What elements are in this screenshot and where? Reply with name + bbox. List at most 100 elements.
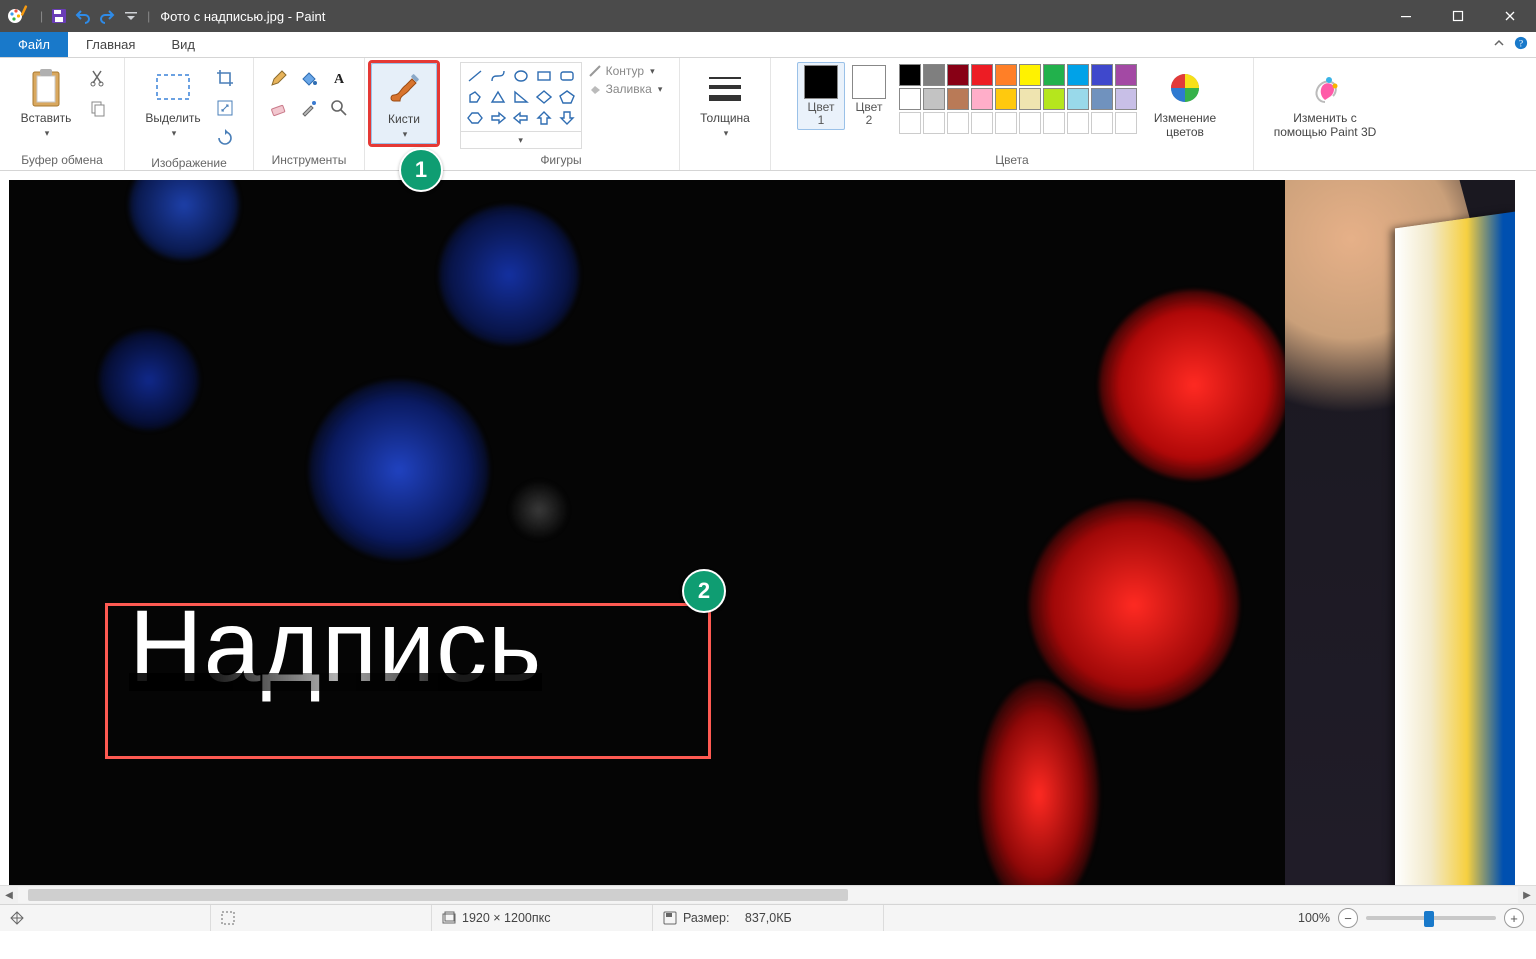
shape-polygon[interactable] bbox=[464, 87, 486, 107]
cut-button[interactable] bbox=[84, 64, 112, 92]
custom-color-slot[interactable] bbox=[995, 112, 1017, 134]
shape-pentagon[interactable] bbox=[556, 87, 578, 107]
scroll-right-button[interactable]: ▶ bbox=[1518, 886, 1536, 904]
zoom-in-button[interactable]: + bbox=[1504, 908, 1524, 928]
shape-arrow-left[interactable] bbox=[510, 108, 532, 128]
color-swatch[interactable] bbox=[923, 88, 945, 110]
svg-text:?: ? bbox=[1519, 39, 1523, 50]
status-selection-size bbox=[211, 905, 432, 931]
color-palette bbox=[899, 62, 1137, 134]
canvas[interactable]: Надпись bbox=[9, 180, 1515, 886]
shape-curve[interactable] bbox=[487, 66, 509, 86]
shape-rounded-rect[interactable] bbox=[556, 66, 578, 86]
status-file-size: Размер: 837,0КБ bbox=[653, 905, 884, 931]
custom-color-slot[interactable] bbox=[947, 112, 969, 134]
shape-arrow-right[interactable] bbox=[487, 108, 509, 128]
shapes-more-button[interactable]: ▾ bbox=[461, 132, 581, 148]
color-swatch[interactable] bbox=[1115, 64, 1137, 86]
shape-fill-button[interactable]: Заливка▾ bbox=[588, 82, 663, 96]
shapes-gallery[interactable] bbox=[460, 62, 582, 132]
brushes-button[interactable]: Кисти▾ bbox=[371, 63, 437, 144]
close-button[interactable] bbox=[1484, 0, 1536, 32]
shape-arrow-up[interactable] bbox=[533, 108, 555, 128]
pencil-tool[interactable] bbox=[265, 64, 293, 92]
color-picker-tool[interactable] bbox=[295, 94, 323, 122]
zoom-out-button[interactable]: − bbox=[1338, 908, 1358, 928]
rotate-button[interactable] bbox=[211, 124, 239, 152]
separator: | bbox=[36, 9, 47, 23]
tab-home[interactable]: Главная bbox=[68, 32, 153, 57]
color-swatch[interactable] bbox=[947, 64, 969, 86]
qat-undo-button[interactable] bbox=[72, 5, 94, 27]
qat-customize-button[interactable] bbox=[120, 5, 142, 27]
custom-color-slot[interactable] bbox=[899, 112, 921, 134]
status-image-dimensions: 1920 × 1200пкс bbox=[432, 905, 653, 931]
shape-line[interactable] bbox=[464, 66, 486, 86]
custom-color-slot[interactable] bbox=[1115, 112, 1137, 134]
color-swatch[interactable] bbox=[971, 64, 993, 86]
magnifier-tool[interactable] bbox=[325, 94, 353, 122]
zoom-slider[interactable] bbox=[1366, 916, 1496, 920]
custom-color-slot[interactable] bbox=[971, 112, 993, 134]
tab-file[interactable]: Файл bbox=[0, 32, 68, 57]
custom-color-slot[interactable] bbox=[1019, 112, 1041, 134]
color-swatch[interactable] bbox=[1091, 88, 1113, 110]
thickness-button[interactable]: Толщина▾ bbox=[689, 62, 761, 143]
edit-colors-button[interactable]: Изменение цветов bbox=[1143, 62, 1227, 142]
color-swatch[interactable] bbox=[1019, 88, 1041, 110]
status-cursor-position bbox=[0, 905, 211, 931]
horizontal-scrollbar[interactable]: ◀ ▶ bbox=[0, 885, 1536, 904]
shape-right-triangle[interactable] bbox=[510, 87, 532, 107]
paint3d-button[interactable]: Изменить с помощью Paint 3D bbox=[1262, 62, 1388, 142]
color-swatch[interactable] bbox=[995, 88, 1017, 110]
resize-button[interactable] bbox=[211, 94, 239, 122]
shape-diamond[interactable] bbox=[533, 87, 555, 107]
text-tool[interactable]: A bbox=[325, 64, 353, 92]
ribbon-collapse-button[interactable] bbox=[1492, 36, 1506, 53]
qat-redo-button[interactable] bbox=[96, 5, 118, 27]
eraser-tool[interactable] bbox=[265, 94, 293, 122]
color-swatch[interactable] bbox=[1067, 88, 1089, 110]
shape-outline-button[interactable]: Контур▾ bbox=[588, 64, 663, 78]
color-swatch[interactable] bbox=[1115, 88, 1137, 110]
paste-button[interactable]: Вставить▾ bbox=[10, 62, 82, 143]
group-label: Инструменты bbox=[260, 151, 358, 170]
custom-color-slot[interactable] bbox=[1043, 112, 1065, 134]
color-swatch[interactable] bbox=[1019, 64, 1041, 86]
custom-color-slot[interactable] bbox=[923, 112, 945, 134]
zoom-slider-knob[interactable] bbox=[1424, 911, 1434, 927]
scroll-thumb[interactable] bbox=[28, 889, 848, 901]
tab-view[interactable]: Вид bbox=[153, 32, 213, 57]
custom-color-slot[interactable] bbox=[1067, 112, 1089, 134]
color-1-button[interactable]: Цвет 1 bbox=[797, 62, 845, 130]
scroll-left-button[interactable]: ◀ bbox=[0, 886, 18, 904]
qat-save-button[interactable] bbox=[48, 5, 70, 27]
copy-button[interactable] bbox=[84, 94, 112, 122]
color-swatch[interactable] bbox=[995, 64, 1017, 86]
maximize-button[interactable] bbox=[1432, 0, 1484, 32]
color-swatch[interactable] bbox=[1043, 88, 1065, 110]
crop-button[interactable] bbox=[211, 64, 239, 92]
scroll-track[interactable] bbox=[18, 887, 1518, 903]
shape-hexagon[interactable] bbox=[464, 108, 486, 128]
color-swatch[interactable] bbox=[1043, 64, 1065, 86]
shape-rect[interactable] bbox=[533, 66, 555, 86]
annotation-badge-2: 2 bbox=[682, 569, 726, 613]
color-swatch[interactable] bbox=[899, 64, 921, 86]
color-swatch[interactable] bbox=[923, 64, 945, 86]
color-swatch[interactable] bbox=[1067, 64, 1089, 86]
color-2-button[interactable]: Цвет 2 bbox=[845, 62, 893, 130]
group-label: Цвета bbox=[777, 151, 1247, 170]
color-swatch[interactable] bbox=[947, 88, 969, 110]
color-swatch[interactable] bbox=[1091, 64, 1113, 86]
custom-color-slot[interactable] bbox=[1091, 112, 1113, 134]
help-button[interactable]: ? bbox=[1514, 36, 1528, 53]
shape-oval[interactable] bbox=[510, 66, 532, 86]
select-button[interactable]: Выделить▾ bbox=[137, 62, 209, 143]
color-swatch[interactable] bbox=[971, 88, 993, 110]
shape-triangle[interactable] bbox=[487, 87, 509, 107]
color-swatch[interactable] bbox=[899, 88, 921, 110]
fill-tool[interactable] bbox=[295, 64, 323, 92]
minimize-button[interactable] bbox=[1380, 0, 1432, 32]
shape-arrow-down[interactable] bbox=[556, 108, 578, 128]
